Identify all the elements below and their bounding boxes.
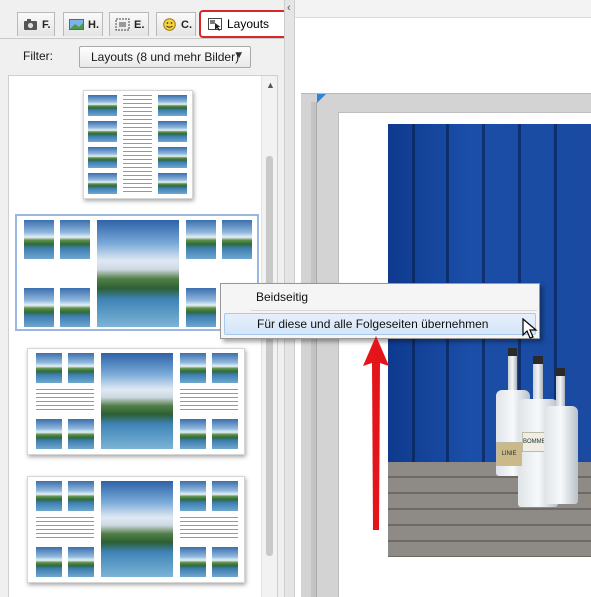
editor-toolbar-strip (295, 0, 591, 18)
landscape-icon (69, 18, 84, 31)
collapse-left-icon[interactable]: ‹ (287, 2, 291, 14)
layout-thumbnail[interactable] (83, 90, 193, 199)
layout-photo-slot (60, 288, 90, 327)
smiley-icon (162, 18, 177, 31)
layout-photo-slot (88, 95, 117, 116)
page-canvas: BOMMERLU LINIE (301, 93, 591, 597)
layout-main-photo (101, 481, 173, 577)
layout-photo-slot (88, 173, 117, 194)
panel-tab-bar: F. H. E. C. Layouts (0, 0, 287, 39)
filter-row: Filter: Layouts (8 und mehr Bilder) ▼ (0, 40, 284, 74)
layout-text-block (36, 389, 94, 413)
bottle (544, 406, 578, 504)
layout-photo-slot (36, 547, 62, 577)
layout-photo-slot (158, 147, 187, 168)
app-window: F. H. E. C. Layouts Filter: Layouts (8 u… (0, 0, 591, 597)
bottle-cap (508, 348, 517, 356)
layout-thumbnail[interactable] (27, 476, 245, 583)
layout-photo-slot (88, 121, 117, 142)
tab-label: F. (42, 18, 51, 31)
layout-photo-slot (222, 220, 252, 259)
layout-photo-slot (88, 147, 117, 168)
layout-photo-slot (68, 481, 94, 511)
layout-photo-slot (68, 353, 94, 383)
tab-cliparts[interactable]: C. (156, 12, 196, 36)
layout-thumbnail[interactable] (27, 348, 245, 455)
tab-backgrounds[interactable]: H. (63, 12, 103, 36)
scroll-up-icon[interactable]: ▲ (266, 80, 275, 90)
layout-photo-slot (212, 547, 238, 577)
layout-text-block (180, 517, 238, 541)
layout-photo-slot (68, 547, 94, 577)
menu-item-label: Für diese und alle Folgeseiten übernehme… (257, 317, 489, 331)
layout-text-block (123, 95, 152, 194)
bottle-cap (533, 356, 543, 364)
tab-frames[interactable]: F. (17, 12, 55, 36)
album-page[interactable]: BOMMERLU LINIE (338, 112, 591, 597)
layout-photo-slot (212, 419, 238, 449)
tab-label: E. (134, 18, 145, 31)
layout-photo-slot (68, 419, 94, 449)
filter-label: Filter: (23, 49, 53, 63)
bottle-cap (556, 368, 565, 376)
layout-main-photo (97, 220, 179, 327)
bottle-label-text: LINIE (501, 451, 517, 457)
layout-photo-slot (158, 95, 187, 116)
layout-photo-slot (24, 220, 54, 259)
chevron-down-icon: ▼ (234, 50, 244, 61)
menu-item-label: Beidseitig (256, 290, 309, 304)
layout-photo-slot (158, 121, 187, 142)
mouse-cursor-icon (522, 318, 538, 339)
layout-photo-slot (186, 220, 216, 259)
layout-text-block (180, 389, 238, 413)
layout-photo-slot (212, 481, 238, 511)
scrollbar-thumb[interactable] (266, 156, 273, 556)
bottle-neck (533, 362, 543, 402)
tab-effects[interactable]: E. (109, 12, 149, 36)
tab-label: H. (88, 18, 99, 31)
camera-icon (23, 18, 38, 31)
filter-dropdown[interactable]: Layouts (8 und mehr Bilder) ▼ (79, 46, 251, 68)
bottle-neck (508, 354, 517, 394)
bottle-neck (556, 374, 565, 410)
layout-photo-slot (60, 220, 90, 259)
layout-text-block (36, 517, 94, 541)
layout-main-photo (101, 353, 173, 449)
layout-context-menu: Beidseitig Für diese und alle Folgeseite… (220, 283, 540, 339)
layout-photo-slot (36, 481, 62, 511)
layout-photo-slot (180, 353, 206, 383)
layout-photo-slot (186, 288, 216, 327)
menu-separator (251, 310, 537, 311)
layout-photo-slot (36, 353, 62, 383)
page-photo[interactable]: BOMMERLU LINIE (388, 124, 591, 557)
layout-photo-slot (158, 173, 187, 194)
tab-layouts[interactable]: Layouts (199, 10, 287, 38)
layout-photo-slot (36, 419, 62, 449)
page-margin-guide (311, 102, 317, 597)
menu-item-beidseitig[interactable]: Beidseitig (224, 286, 536, 308)
menu-item-apply-to-following-pages[interactable]: Für diese und alle Folgeseiten übernehme… (224, 313, 536, 335)
tab-label: C. (181, 18, 192, 31)
layout-photo-slot (180, 547, 206, 577)
frame-icon (115, 18, 130, 31)
page-corner-marker (317, 94, 326, 103)
filter-selected-value: Layouts (8 und mehr Bilder) (91, 50, 240, 64)
tab-label: Layouts (227, 17, 270, 31)
layout-cursor-icon (208, 17, 223, 31)
layout-photo-slot (212, 353, 238, 383)
layout-photo-slot (180, 481, 206, 511)
layout-photo-slot (180, 419, 206, 449)
layout-photo-slot (24, 288, 54, 327)
bottle-label: LINIE (496, 442, 522, 466)
